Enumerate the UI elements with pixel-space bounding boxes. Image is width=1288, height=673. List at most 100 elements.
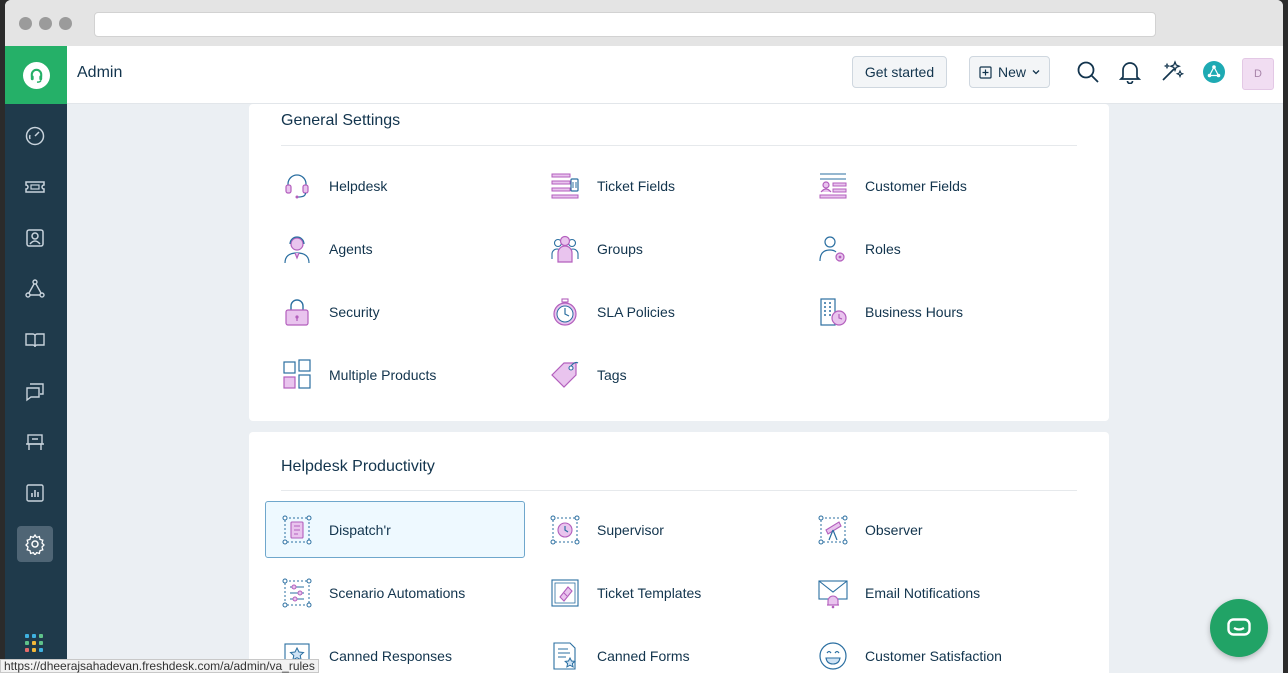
tag-icon <box>549 359 581 391</box>
notifications-button[interactable] <box>1117 59 1143 85</box>
general-settings-title: General Settings <box>281 112 401 129</box>
telescope-icon <box>817 514 849 546</box>
get-started-label: Get started <box>864 64 935 80</box>
setting-label: Roles <box>865 240 901 257</box>
dispatcher-icon <box>281 514 313 546</box>
setting-label: Helpdesk <box>329 177 388 194</box>
sparkle-ai-icon <box>1162 60 1184 81</box>
setting-dispatcher[interactable]: Dispatch'r <box>265 501 525 558</box>
roles-icon <box>817 233 849 265</box>
sidebar-item-groups[interactable] <box>17 271 53 307</box>
setting-label: Supervisor <box>597 521 664 538</box>
sidebar-item-reports[interactable] <box>17 475 53 511</box>
setting-label: Agents <box>329 240 373 257</box>
get-started-button[interactable]: Get started <box>852 56 947 88</box>
freshdesk-logo[interactable] <box>5 46 67 104</box>
sidebar-item-forums[interactable] <box>17 373 53 409</box>
setting-multiple-products[interactable]: Multiple Products <box>265 346 525 403</box>
network-icon <box>25 279 45 298</box>
products-grid-icon <box>281 358 313 391</box>
setting-roles[interactable]: Roles <box>801 220 1061 277</box>
setting-groups[interactable]: Groups <box>533 220 793 277</box>
minimize-window-dot[interactable] <box>39 17 52 30</box>
setting-label: Email Notifications <box>865 584 981 601</box>
setting-label: Business Hours <box>865 303 964 320</box>
search-button[interactable] <box>1075 59 1101 85</box>
freddy-ai-button[interactable] <box>1159 59 1185 85</box>
chat-widget-button[interactable] <box>1210 599 1268 657</box>
setting-agents[interactable]: Agents <box>265 220 525 277</box>
contact-icon <box>26 229 44 247</box>
chat-bubble-icon <box>1227 618 1251 636</box>
helpdesk-productivity-title: Helpdesk Productivity <box>281 458 435 475</box>
setting-label: Observer <box>865 521 923 538</box>
apps-grid-icon[interactable] <box>25 634 43 652</box>
headset-icon <box>281 170 313 202</box>
general-settings-card: General Settings Helpdesk Ticket Fields … <box>249 104 1109 421</box>
sidebar-item-solutions[interactable] <box>17 322 53 358</box>
gear-icon <box>25 533 45 555</box>
lock-icon <box>281 296 313 328</box>
browser-window: Admin Get started New D General Settings… <box>5 0 1283 673</box>
setting-label: SLA Policies <box>597 303 675 320</box>
building-clock-icon <box>817 296 849 328</box>
freshworks-switcher-button[interactable] <box>1201 59 1227 85</box>
setting-sla-policies[interactable]: SLA Policies <box>533 283 793 340</box>
divider <box>281 145 1077 146</box>
agent-icon <box>281 233 313 265</box>
setting-label: Tags <box>597 366 627 383</box>
plus-box-icon <box>979 65 992 79</box>
supervisor-icon <box>549 514 581 546</box>
setting-security[interactable]: Security <box>265 283 525 340</box>
sidebar-item-tickets[interactable] <box>17 169 53 205</box>
setting-label: Security <box>329 303 380 320</box>
address-bar[interactable] <box>94 12 1156 37</box>
setting-observer[interactable]: Observer <box>801 501 1061 558</box>
top-bar: Admin Get started New D <box>67 46 1283 104</box>
setting-ticket-templates[interactable]: Ticket Templates <box>533 564 793 621</box>
email-bell-icon <box>817 577 849 609</box>
sidebar-item-assets[interactable] <box>17 424 53 460</box>
smiley-icon <box>817 640 849 672</box>
setting-scenario-automations[interactable]: Scenario Automations <box>265 564 525 621</box>
sidebar-item-dashboard[interactable] <box>17 118 53 154</box>
setting-customer-satisfaction[interactable]: Customer Satisfaction <box>801 627 1061 673</box>
new-label: New <box>997 64 1026 80</box>
page-title: Admin <box>77 64 123 81</box>
setting-customer-fields[interactable]: Customer Fields <box>801 157 1061 214</box>
setting-helpdesk[interactable]: Helpdesk <box>265 157 525 214</box>
setting-label: Ticket Templates <box>597 584 702 601</box>
avatar[interactable]: D <box>1242 58 1274 90</box>
setting-label: Customer Fields <box>865 177 967 194</box>
customer-fields-icon <box>817 170 849 202</box>
report-chart-icon <box>26 484 44 502</box>
setting-tags[interactable]: Tags <box>533 346 793 403</box>
divider <box>281 490 1077 491</box>
search-icon <box>1077 61 1099 83</box>
sidebar-item-contacts[interactable] <box>17 220 53 256</box>
maximize-window-dot[interactable] <box>59 17 72 30</box>
stopwatch-icon <box>549 296 581 328</box>
setting-label: Canned Forms <box>597 647 690 664</box>
setting-label: Multiple Products <box>329 366 437 383</box>
helpdesk-productivity-card: Helpdesk Productivity Dispatch'r Supervi… <box>249 432 1109 673</box>
setting-label: Dispatch'r <box>329 521 391 538</box>
setting-label: Scenario Automations <box>329 584 466 601</box>
setting-canned-forms[interactable]: Canned Forms <box>533 627 793 673</box>
setting-supervisor[interactable]: Supervisor <box>533 501 793 558</box>
scenario-icon <box>281 577 313 609</box>
sidebar <box>5 46 67 673</box>
status-bar-url: https://dheerajsahadevan.freshdesk.com/a… <box>0 659 319 673</box>
setting-ticket-fields[interactable]: Ticket Fields <box>533 157 793 214</box>
setting-business-hours[interactable]: Business Hours <box>801 283 1061 340</box>
sidebar-item-admin[interactable] <box>17 526 53 562</box>
setting-label: Groups <box>597 240 643 257</box>
new-button[interactable]: New <box>969 56 1050 88</box>
ticket-template-icon <box>549 577 581 609</box>
setting-email-notifications[interactable]: Email Notifications <box>801 564 1061 621</box>
groups-icon <box>549 233 581 265</box>
book-icon <box>25 333 45 348</box>
canned-forms-icon <box>549 640 581 672</box>
ticket-icon <box>25 181 45 193</box>
close-window-dot[interactable] <box>19 17 32 30</box>
